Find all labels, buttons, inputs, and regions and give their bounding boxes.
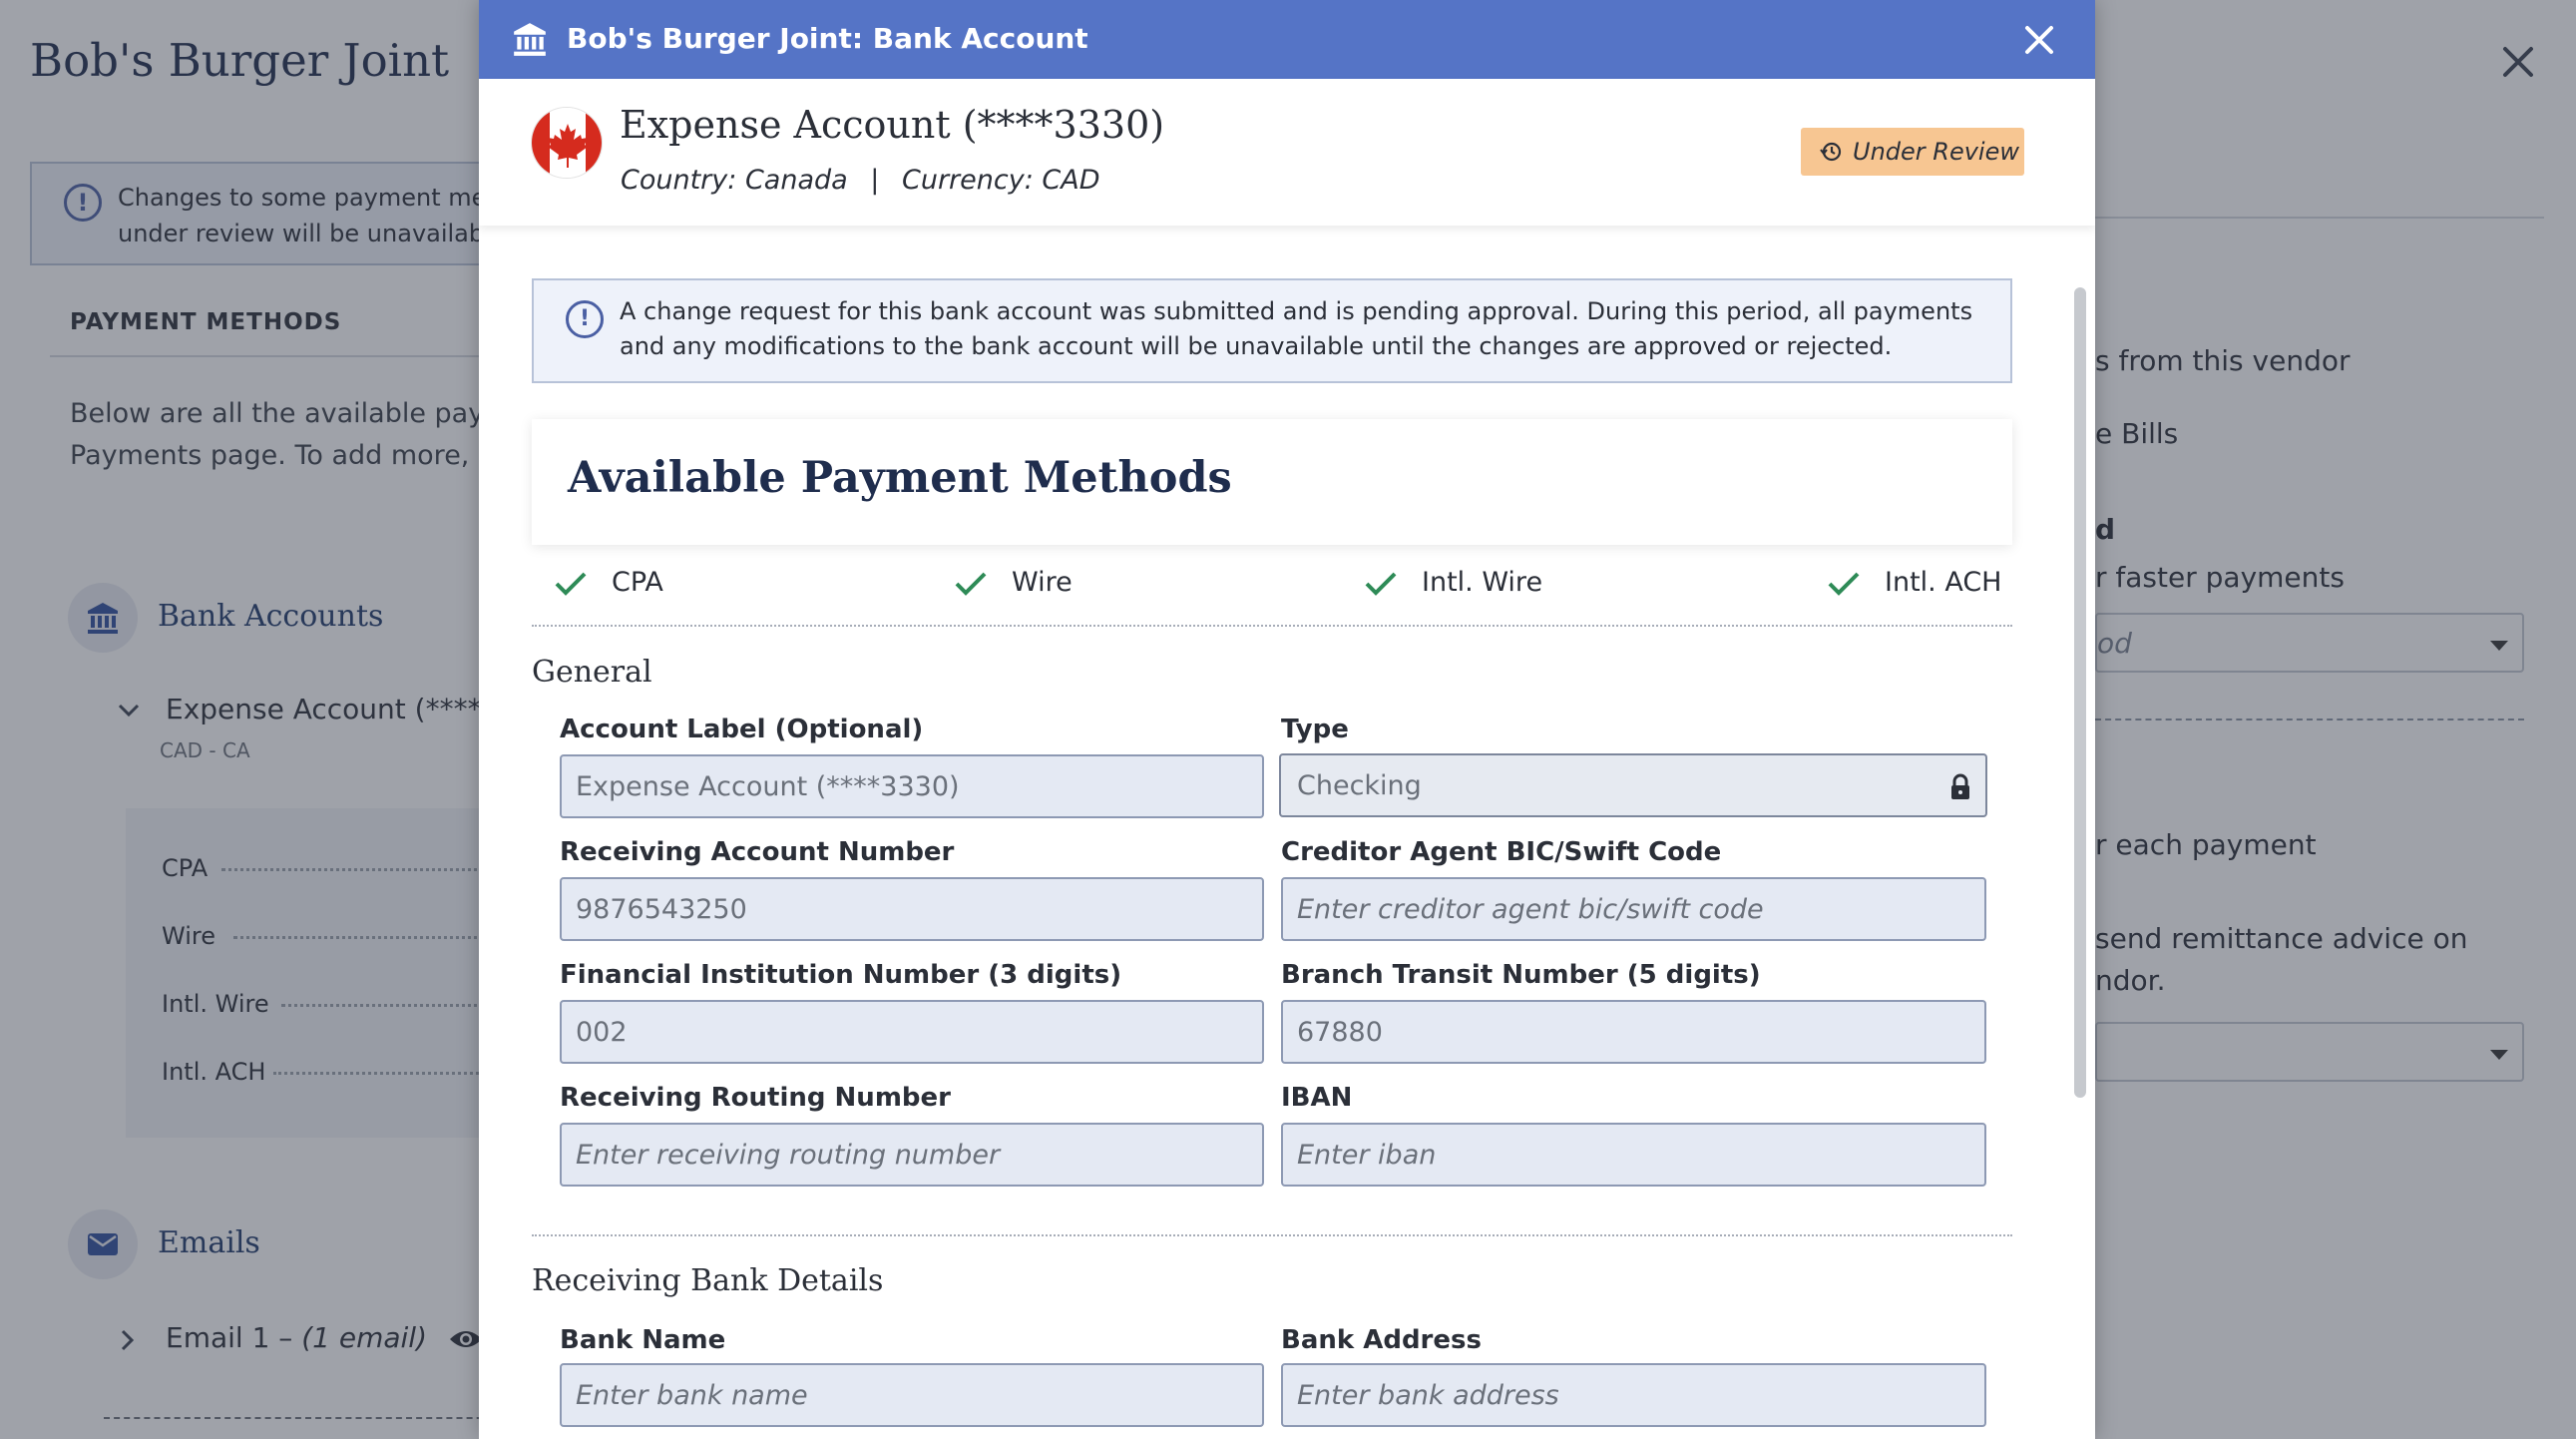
bank-address-input[interactable]: Enter bank address <box>1281 1363 1986 1427</box>
routing-number-input[interactable]: Enter receiving routing number <box>560 1123 1264 1187</box>
pending-approval-text: A change request for this bank account w… <box>620 297 1973 360</box>
branch-transit-input[interactable]: 67880 <box>1281 1000 1986 1064</box>
branch-transit-label: Branch Transit Number (5 digits) <box>1281 960 1761 990</box>
receiving-account-number-label: Receiving Account Number <box>560 837 955 867</box>
iban-label: IBAN <box>1281 1083 1353 1113</box>
creditor-bic-label: Creditor Agent BIC/Swift Code <box>1281 837 1722 867</box>
account-title: Expense Account (****3330) <box>620 103 1165 147</box>
divider <box>532 625 2012 627</box>
check-icon <box>1365 572 1397 596</box>
bank-name-input[interactable]: Enter bank name <box>560 1363 1264 1427</box>
iban-input[interactable]: Enter iban <box>1281 1123 1986 1187</box>
modal-title: Bob's Burger Joint: Bank Account <box>567 22 1088 55</box>
payment-method-label: Wire <box>1012 567 1073 598</box>
close-icon[interactable] <box>2021 22 2057 58</box>
separator: | <box>870 165 880 196</box>
pending-approval-notice: ! A change request for this bank account… <box>532 278 2012 383</box>
available-payment-methods-title: Available Payment Methods <box>568 453 1232 503</box>
bank-icon <box>514 23 546 56</box>
payment-method-label: CPA <box>612 567 663 598</box>
payment-method-label: Intl. ACH <box>1885 567 2002 598</box>
institution-number-value: 002 <box>576 1017 628 1048</box>
account-label-input[interactable]: Expense Account (****3330) <box>560 754 1264 818</box>
bank-name-label: Bank Name <box>560 1325 726 1355</box>
branch-transit-value: 67880 <box>1297 1017 1383 1048</box>
bank-details-section-title: Receiving Bank Details <box>532 1263 884 1298</box>
status-badge-label: Under Review <box>1853 138 2019 166</box>
type-select[interactable]: Checking <box>1279 753 1987 817</box>
account-label-label: Account Label (Optional) <box>560 715 924 744</box>
available-payment-methods-card: Available Payment Methods <box>532 419 2012 545</box>
creditor-bic-input[interactable]: Enter creditor agent bic/swift code <box>1281 877 1986 941</box>
history-icon <box>1820 142 1842 162</box>
receiving-account-number-input[interactable]: 9876543250 <box>560 877 1264 941</box>
general-section-title: General <box>532 655 652 690</box>
lock-icon <box>1951 773 1969 799</box>
iban-placeholder: Enter iban <box>1297 1140 1437 1171</box>
routing-number-label: Receiving Routing Number <box>560 1083 951 1113</box>
check-icon <box>1828 572 1860 596</box>
creditor-bic-placeholder: Enter creditor agent bic/swift code <box>1297 894 1764 925</box>
country-label: Country: Canada <box>621 165 848 196</box>
payment-method-label: Intl. Wire <box>1422 567 1543 598</box>
receiving-account-number-value: 9876543250 <box>576 894 747 925</box>
institution-number-label: Financial Institution Number (3 digits) <box>560 960 1122 990</box>
canada-flag-icon <box>531 107 603 179</box>
modal-title-bar: Bob's Burger Joint: Bank Account <box>479 0 2095 79</box>
currency-label: Currency: CAD <box>901 165 1100 196</box>
bank-address-label: Bank Address <box>1281 1325 1482 1355</box>
routing-number-placeholder: Enter receiving routing number <box>576 1140 1001 1171</box>
status-badge: Under Review <box>1801 128 2024 176</box>
account-subtitle: Country: Canada | Currency: CAD <box>621 165 1100 196</box>
check-icon <box>555 572 587 596</box>
bank-name-placeholder: Enter bank name <box>576 1380 808 1411</box>
bank-address-placeholder: Enter bank address <box>1297 1380 1559 1411</box>
check-icon <box>955 572 987 596</box>
type-value: Checking <box>1297 770 1422 801</box>
account-header: Expense Account (****3330) Country: Cana… <box>479 79 2095 226</box>
info-icon: ! <box>566 300 604 338</box>
bank-account-modal: Bob's Burger Joint: Bank Account Expense… <box>479 0 2095 1439</box>
account-label-value: Expense Account (****3330) <box>576 771 960 802</box>
divider <box>532 1234 2012 1236</box>
scrollbar-thumb[interactable] <box>2074 287 2086 1098</box>
institution-number-input[interactable]: 002 <box>560 1000 1264 1064</box>
type-label: Type <box>1281 715 1349 744</box>
